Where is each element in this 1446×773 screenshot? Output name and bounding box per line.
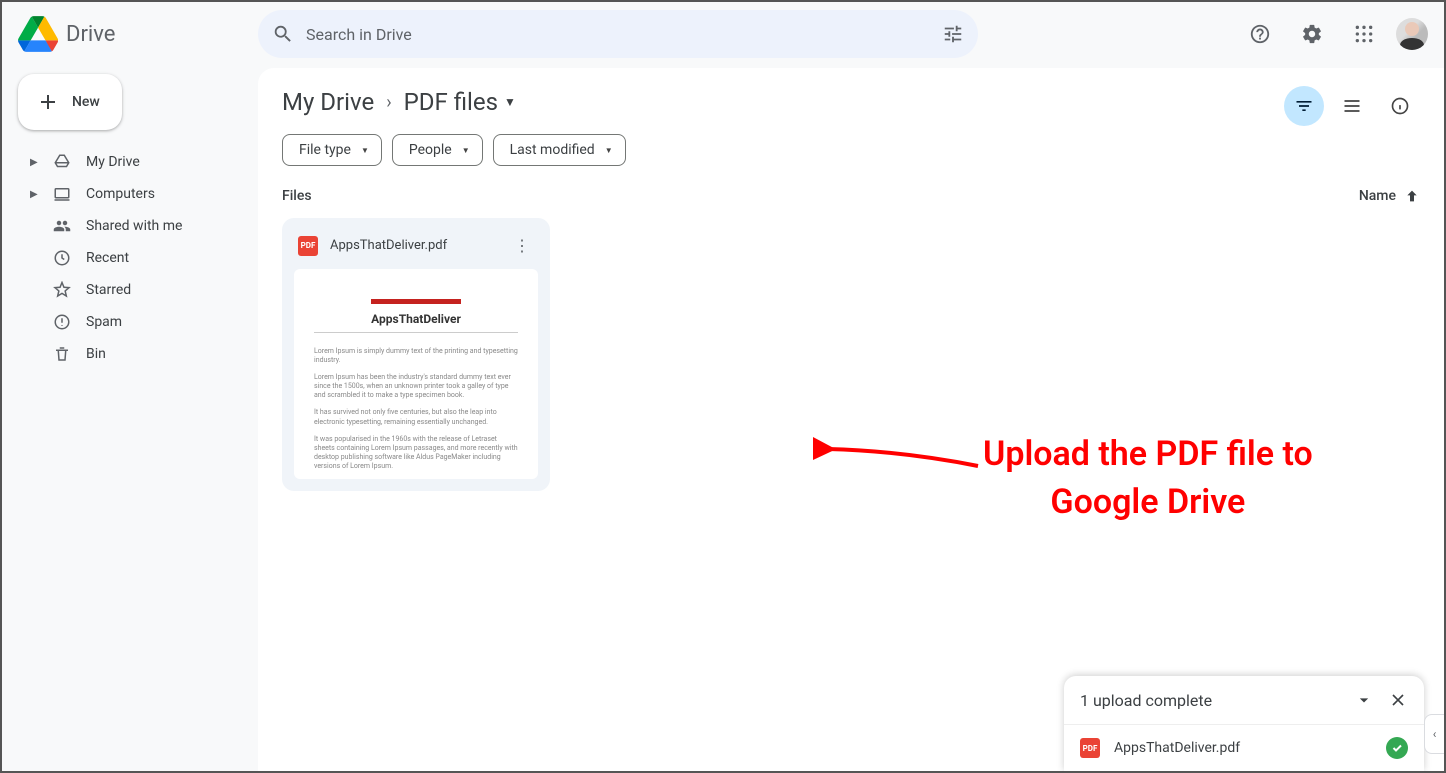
drive-logo-icon <box>18 14 58 54</box>
file-grid: PDF AppsThatDeliver.pdf ⋮ AppsThatDelive… <box>282 218 1420 491</box>
file-card[interactable]: PDF AppsThatDeliver.pdf ⋮ AppsThatDelive… <box>282 218 550 491</box>
sidebar-item-starred[interactable]: Starred <box>18 274 242 306</box>
chip-last-modified[interactable]: Last modified ▼ <box>493 134 626 166</box>
filter-toggle-icon[interactable] <box>1284 86 1324 126</box>
sidebar-item-shared[interactable]: Shared with me <box>18 210 242 242</box>
toast-header: 1 upload complete <box>1064 676 1424 724</box>
check-circle-icon <box>1386 737 1408 759</box>
chevron-down-icon[interactable] <box>1354 690 1374 710</box>
search-wrap <box>258 10 978 58</box>
breadcrumb-root[interactable]: My Drive <box>282 88 374 116</box>
side-panel-toggle[interactable]: ‹ <box>1424 714 1444 754</box>
chip-people[interactable]: People ▼ <box>392 134 483 166</box>
sidebar-item-label: Shared with me <box>86 218 182 234</box>
search-options-icon[interactable] <box>942 23 964 45</box>
sidebar-item-label: Computers <box>86 186 155 202</box>
sidebar-item-computers[interactable]: ▶Computers <box>18 178 242 210</box>
star-icon <box>53 281 71 299</box>
new-button[interactable]: New <box>18 74 122 130</box>
search-bar[interactable] <box>258 10 978 58</box>
help-icon[interactable] <box>1240 14 1280 54</box>
more-options-icon[interactable]: ⋮ <box>510 232 534 259</box>
sidebar-item-label: Bin <box>86 346 106 362</box>
sidebar-item-label: Recent <box>86 250 129 266</box>
apps-icon[interactable] <box>1344 14 1384 54</box>
pdf-icon: PDF <box>298 236 318 256</box>
sidebar-item-spam[interactable]: Spam <box>18 306 242 338</box>
sidebar-item-recent[interactable]: Recent <box>18 242 242 274</box>
list-view-icon[interactable] <box>1332 86 1372 126</box>
upload-toast: 1 upload complete PDF AppsThatDeliver.pd… <box>1064 676 1424 771</box>
settings-icon[interactable] <box>1292 14 1332 54</box>
main: My Drive › PDF files ▼ File type ▼ People… <box>258 68 1444 771</box>
new-button-label: New <box>72 94 100 110</box>
plus-icon <box>36 90 60 114</box>
toast-item[interactable]: PDF AppsThatDeliver.pdf <box>1064 724 1424 771</box>
arrow-up-icon <box>1404 188 1420 204</box>
file-thumbnail: AppsThatDeliver Lorem Ipsum is simply du… <box>294 269 538 479</box>
chip-label: Last modified <box>510 142 595 158</box>
section-header: Files Name <box>282 188 1420 204</box>
sidebar-item-label: My Drive <box>86 154 140 170</box>
info-icon[interactable] <box>1380 86 1420 126</box>
toast-item-name: AppsThatDeliver.pdf <box>1114 740 1240 756</box>
breadcrumb-current-label: PDF files <box>404 88 498 116</box>
toast-title: 1 upload complete <box>1080 691 1212 710</box>
sidebar-item-my-drive[interactable]: ▶My Drive <box>18 146 242 178</box>
filter-chips: File type ▼ People ▼ Last modified ▼ <box>282 134 1420 166</box>
chip-label: File type <box>299 142 351 158</box>
file-name: AppsThatDeliver.pdf <box>330 238 498 253</box>
computers-icon <box>53 185 71 203</box>
file-card-header: PDF AppsThatDeliver.pdf ⋮ <box>294 230 538 269</box>
caret-down-icon: ▼ <box>504 95 516 109</box>
breadcrumb-current[interactable]: PDF files ▼ <box>404 88 516 116</box>
sort-button[interactable]: Name <box>1359 188 1420 204</box>
bin-icon <box>53 345 71 363</box>
section-title: Files <box>282 188 312 204</box>
avatar[interactable] <box>1396 18 1428 50</box>
sidebar-item-bin[interactable]: Bin <box>18 338 242 370</box>
sidebar: New ▶My Drive ▶Computers Shared with me … <box>2 66 258 771</box>
topbar: Drive <box>2 2 1444 66</box>
breadcrumb: My Drive › PDF files ▼ <box>282 88 1420 116</box>
top-icons <box>1220 14 1428 54</box>
view-controls <box>1284 86 1420 126</box>
search-input[interactable] <box>306 25 942 44</box>
spam-icon <box>53 313 71 331</box>
caret-down-icon: ▼ <box>462 146 470 155</box>
caret-down-icon: ▼ <box>361 146 369 155</box>
thumb-title: AppsThatDeliver <box>314 312 518 333</box>
pdf-icon: PDF <box>1080 738 1100 758</box>
my-drive-icon <box>53 153 71 171</box>
chip-label: People <box>409 142 452 158</box>
chevron-right-icon: › <box>386 92 391 113</box>
sidebar-item-label: Spam <box>86 314 122 330</box>
logo-area[interactable]: Drive <box>18 14 258 54</box>
close-icon[interactable] <box>1388 690 1408 710</box>
shared-icon <box>53 217 71 235</box>
search-icon <box>272 23 294 45</box>
chip-file-type[interactable]: File type ▼ <box>282 134 382 166</box>
sidebar-item-label: Starred <box>86 282 131 298</box>
app-name: Drive <box>66 22 115 47</box>
caret-down-icon: ▼ <box>605 146 613 155</box>
recent-icon <box>53 249 71 267</box>
sort-label-text: Name <box>1359 188 1396 204</box>
